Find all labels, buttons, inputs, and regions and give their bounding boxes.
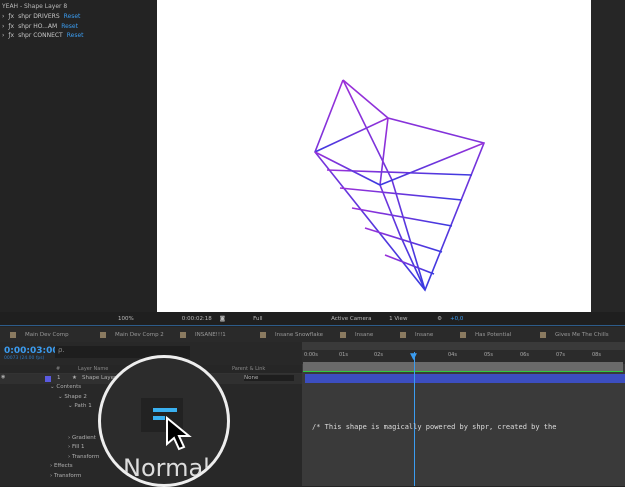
- work-area-bar[interactable]: [303, 362, 623, 372]
- expand-icon[interactable]: ›: [2, 13, 4, 20]
- timecode[interactable]: 0:00:02:18: [182, 316, 212, 322]
- playhead-icon[interactable]: ▼: [410, 352, 417, 362]
- tab-label: Main Dev Comp 2: [115, 331, 164, 338]
- settings-icon[interactable]: ⚙: [437, 316, 442, 322]
- tab-comp[interactable]: INSANE!!!1: [180, 331, 250, 338]
- camera-icon[interactable]: ◙: [220, 316, 225, 322]
- label-swatch: [180, 331, 186, 338]
- fx-icon: ƒx: [8, 23, 15, 30]
- tab-label: Insane Snowflake: [275, 331, 324, 338]
- label-swatch: [10, 331, 16, 338]
- tab-comp[interactable]: Insane: [340, 331, 390, 338]
- ruler-tick: 0:00s: [304, 352, 318, 358]
- label-swatch: [260, 331, 266, 338]
- tab-label: Gives Me The Chills: [555, 331, 609, 338]
- ruler-tick: 02s: [374, 352, 383, 358]
- effect-name: shpr HO...AM: [18, 23, 58, 30]
- expand-icon[interactable]: ›: [2, 23, 4, 30]
- effect-name: shpr DRIVERS: [18, 13, 60, 20]
- tab-comp[interactable]: Has Potential: [460, 331, 530, 338]
- ruler-tick: 04s: [448, 352, 457, 358]
- expand-icon[interactable]: ›: [2, 32, 4, 39]
- tab-label: Insane: [415, 331, 434, 338]
- right-panel: [591, 0, 625, 312]
- ruler-tick: 01s: [339, 352, 348, 358]
- exposure-value[interactable]: +0,0: [450, 316, 463, 322]
- zoom-select[interactable]: 100%: [118, 316, 134, 322]
- parent-select[interactable]: None: [244, 375, 294, 381]
- ruler-tick: 06s: [520, 352, 529, 358]
- effect-row[interactable]: › ƒx shpr CONNECT Reset: [2, 32, 84, 39]
- view-layout-select[interactable]: 1 View: [389, 316, 429, 322]
- composition-viewer[interactable]: [157, 0, 591, 312]
- label-swatch: [340, 331, 346, 338]
- camera-select[interactable]: Active Camera: [331, 316, 381, 322]
- tab-label: Insane: [355, 331, 374, 338]
- ruler-tick: 08s: [592, 352, 601, 358]
- cursor-icon: [166, 416, 192, 451]
- effect-row[interactable]: › ƒx shpr DRIVERS Reset: [2, 13, 80, 20]
- label-color[interactable]: [45, 376, 51, 382]
- tab-comp[interactable]: Insane Snowflake: [260, 331, 330, 338]
- current-time[interactable]: 0:00:03:00: [4, 346, 59, 356]
- label-swatch: [460, 331, 466, 338]
- layer-duration-bar[interactable]: [305, 374, 625, 383]
- ruler-tick: 05s: [484, 352, 493, 358]
- tab-comp[interactable]: Insane: [400, 331, 450, 338]
- panel-title: YEAH - Shape Layer 8: [2, 3, 68, 10]
- tab-label: Main Dev Comp: [25, 331, 69, 338]
- resolution-select[interactable]: Full: [253, 316, 313, 322]
- star-icon: ★: [72, 375, 77, 381]
- reset-link[interactable]: Reset: [64, 13, 81, 20]
- tab-comp[interactable]: Main Dev Comp 2: [100, 331, 170, 338]
- frame-count: 00073 (24.00 fps): [4, 356, 45, 361]
- current-time-indicator[interactable]: [414, 352, 415, 486]
- magnifier-overlay: Normal: [98, 355, 230, 487]
- label-swatch: [540, 331, 546, 338]
- layer-number: 1: [57, 375, 61, 381]
- fx-icon: ƒx: [8, 32, 15, 39]
- effect-name: shpr CONNECT: [18, 32, 63, 39]
- ruler-tick: 07s: [556, 352, 565, 358]
- col-num: #: [56, 366, 61, 372]
- effect-row[interactable]: › ƒx shpr HO...AM Reset: [2, 23, 78, 30]
- expression-text[interactable]: /* This shape is magically powered by sh…: [312, 423, 556, 431]
- tab-label: Has Potential: [475, 331, 512, 338]
- label-swatch: [400, 331, 406, 338]
- col-layer-name[interactable]: Layer Name: [78, 366, 108, 372]
- tab-comp[interactable]: Gives Me The Chills: [540, 331, 610, 338]
- tab-label: INSANE!!!1: [195, 331, 226, 338]
- magnified-label: Normal: [123, 454, 210, 482]
- effect-controls-panel: YEAH - Shape Layer 8 › ƒx shpr DRIVERS Rese…: [0, 0, 157, 312]
- label-swatch: [100, 331, 106, 338]
- fx-icon: ƒx: [8, 13, 15, 20]
- reset-link[interactable]: Reset: [67, 32, 84, 39]
- col-parent: Parent & Link: [232, 366, 266, 372]
- tab-comp[interactable]: Main Dev Comp: [10, 331, 80, 338]
- wireframe-shape: [314, 79, 486, 292]
- viewer-toolbar: 100% 0:00:02:18 ◙ Full Active Camera 1 V…: [0, 312, 625, 326]
- eye-icon[interactable]: ◉: [1, 374, 5, 380]
- composition-tabs: Main Dev Comp Main Dev Comp 2 INSANE!!!1…: [0, 327, 625, 342]
- reset-link[interactable]: Reset: [61, 23, 78, 30]
